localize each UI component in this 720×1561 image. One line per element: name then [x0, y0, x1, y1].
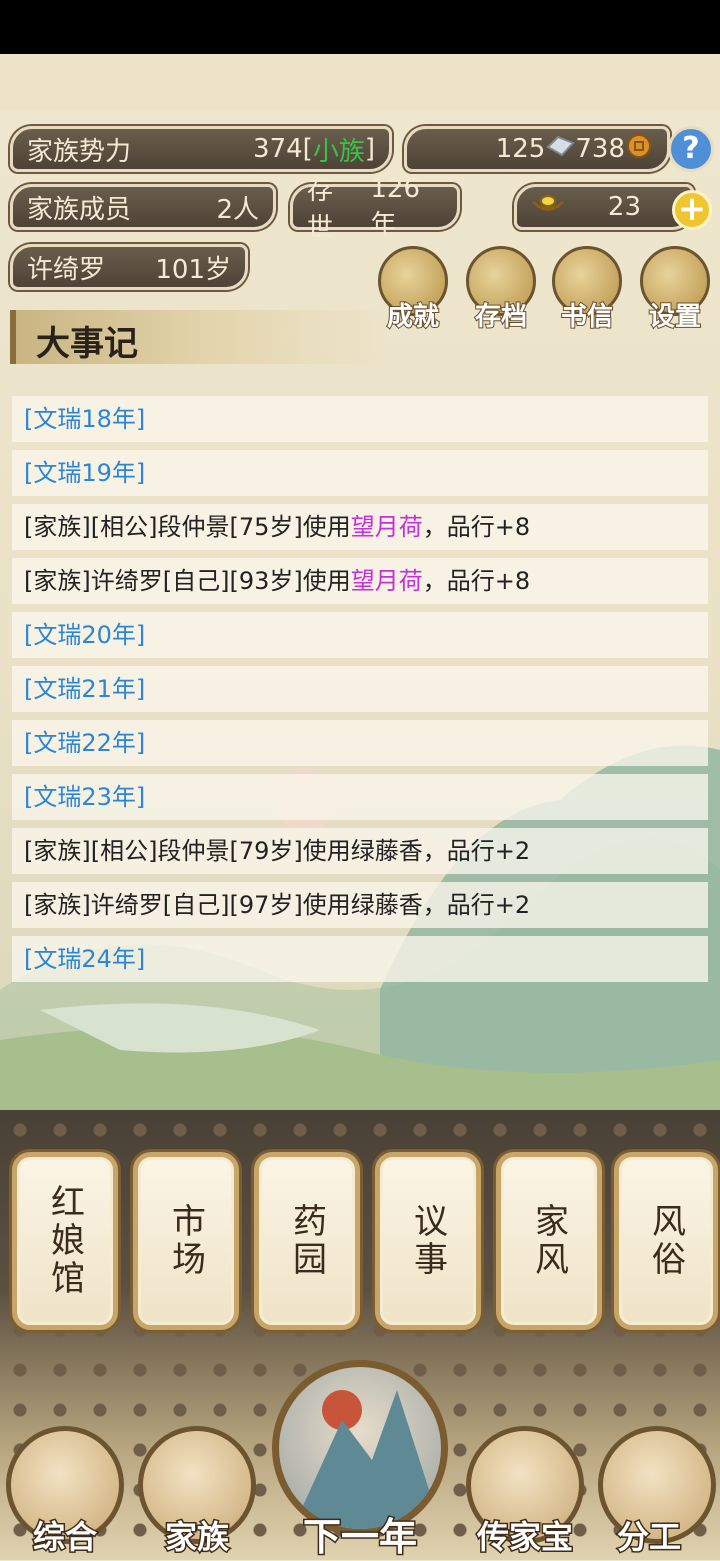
card-customs[interactable]: 风俗 [614, 1152, 718, 1330]
person-age: 101岁 [155, 254, 231, 285]
status-bar [0, 0, 720, 54]
copper-coin-icon [625, 132, 653, 167]
chronicle-entry: [文瑞21年] [12, 666, 708, 712]
card-market[interactable]: 市场 [133, 1152, 239, 1330]
person-panel[interactable]: 许绮罗 101岁 [10, 244, 248, 290]
card-herb-garden[interactable]: 药园 [254, 1152, 360, 1330]
currency-panel: 125 738 [404, 126, 670, 172]
chronicle-entry: [家族][相公]段仲景[79岁]使用绿藤香，品行+2 [12, 828, 708, 874]
nav-family-label: 家族 [163, 1517, 230, 1558]
card-family-style[interactable]: 家风 [496, 1152, 602, 1330]
family-power-value: 374 [253, 134, 303, 164]
card-matchmaker[interactable]: 红娘馆 [12, 1152, 118, 1330]
letters-label: 书信 [560, 301, 614, 333]
help-icon[interactable]: ? [668, 126, 714, 172]
silver-amount: 125 [495, 134, 546, 164]
family-rank: 小族 [312, 136, 365, 167]
family-power-bracket-open: [ [302, 134, 313, 164]
chronicle-banner: 大事记 [10, 310, 386, 364]
existence-panel: 存世 126年 [290, 174, 460, 243]
chronicle-entry: [文瑞20年] [12, 612, 708, 658]
chronicle-entry: [家族]许绮罗[自己][97岁]使用绿藤香，品行+2 [12, 882, 708, 928]
family-power-panel: 家族势力 374 [ 小族 ] [10, 126, 392, 172]
gold-ingot-icon [531, 192, 565, 223]
save-label: 存档 [474, 301, 528, 333]
nav-overview-label: 综合 [31, 1517, 98, 1558]
top-band [0, 54, 720, 110]
gold-amount: 23 [607, 192, 641, 222]
card-council[interactable]: 议事 [375, 1152, 481, 1330]
nav-division-label: 分工 [615, 1517, 682, 1558]
family-members-label: 家族成员 [27, 194, 132, 225]
chronicle-title: 大事记 [36, 324, 138, 364]
silver-ingot-icon [545, 133, 576, 166]
chronicle-entry: [家族][相公]段仲景[75岁]使用望月荷，品行+8 [12, 504, 708, 550]
nav-heirloom-label: 传家宝 [475, 1517, 574, 1558]
family-members-panel: 家族成员 2人 [10, 184, 276, 230]
chronicle-entry: [文瑞18年] [12, 396, 708, 442]
chronicle-entry: [家族]许绮罗[自己][93岁]使用望月荷，品行+8 [12, 558, 708, 604]
chronicle-entry: [文瑞23年] [12, 774, 708, 820]
settings-label: 设置 [648, 301, 702, 333]
chronicle-entry: [文瑞24年] [12, 936, 708, 982]
add-gold-icon[interactable]: + [672, 190, 712, 230]
gold-panel: 23 [514, 184, 694, 230]
chronicle-entry: [文瑞19年] [12, 450, 708, 496]
existence-value: 126年 [370, 173, 421, 240]
person-name: 许绮罗 [27, 254, 106, 285]
existence-label: 存世 [307, 176, 334, 243]
next-year-label: 下一年 [301, 1514, 418, 1561]
family-power-label: 家族势力 [27, 136, 132, 167]
family-members-value: 2人 [216, 194, 259, 225]
chronicle-entry: [文瑞22年] [12, 720, 708, 766]
copper-amount: 738 [575, 134, 625, 164]
family-power-bracket-close: ] [364, 134, 375, 164]
